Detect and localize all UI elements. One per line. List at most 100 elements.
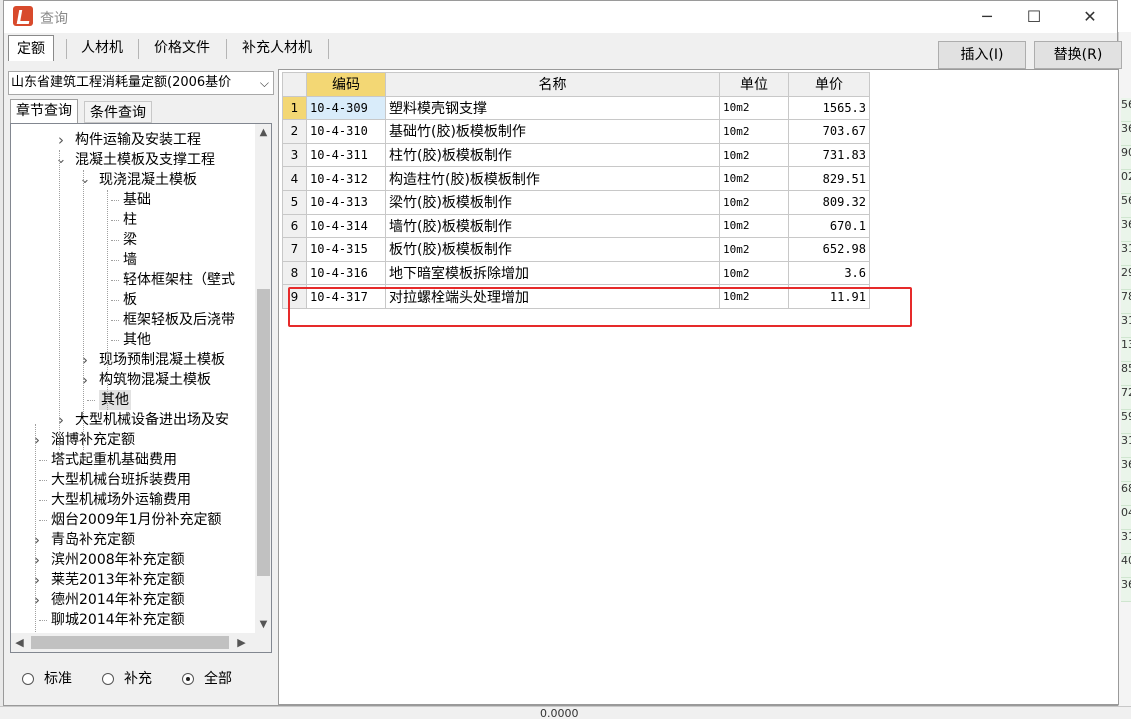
minimize-button[interactable]: ─: [964, 1, 1010, 33]
chevron-right-icon[interactable]: ›: [31, 570, 43, 590]
subtab-chapter-query[interactable]: 章节查询: [10, 99, 78, 123]
tree-item[interactable]: 板: [123, 290, 137, 310]
cell-price[interactable]: 703.67: [788, 119, 870, 144]
cell-name[interactable]: 地下暗室模板拆除增加: [385, 260, 720, 286]
tree-item[interactable]: 聊城2014年补充定额: [51, 610, 185, 630]
chevron-right-icon[interactable]: ›: [55, 410, 67, 430]
tree-item[interactable]: 现浇混凝土模板: [99, 170, 197, 190]
tree-item[interactable]: 梁: [123, 230, 137, 250]
chevron-right-icon[interactable]: ›: [31, 530, 43, 550]
cell-name[interactable]: 基础竹(胶)板模板制作: [385, 119, 720, 144]
tree-item[interactable]: 烟台2009年1月份补充定额: [51, 510, 222, 530]
column-header-unit[interactable]: 单位: [719, 72, 789, 97]
row-number[interactable]: 6: [282, 213, 307, 239]
tree-item[interactable]: 框架轻板及后浇带: [123, 310, 235, 330]
chevron-down-icon[interactable]: ⌄: [79, 170, 91, 190]
scroll-left-icon[interactable]: ◀: [11, 633, 28, 652]
tab-labor-material[interactable]: 人材机: [72, 35, 132, 61]
row-number[interactable]: 5: [282, 189, 307, 215]
cell-price[interactable]: 809.32: [788, 189, 870, 215]
cell-code[interactable]: 10-4-314: [306, 213, 386, 239]
cell-unit[interactable]: 10m2: [719, 119, 789, 144]
filter-supplement[interactable]: 补充: [102, 669, 152, 689]
cell-unit[interactable]: 10m2: [719, 237, 789, 262]
chevron-right-icon[interactable]: ›: [31, 550, 43, 570]
tree-item[interactable]: 青岛补充定额: [51, 530, 135, 550]
scrollbar-thumb[interactable]: [31, 636, 229, 649]
tree-item[interactable]: 滨州2008年补充定额: [51, 550, 185, 570]
cell-price[interactable]: 670.1: [788, 213, 870, 239]
cell-name[interactable]: 墙竹(胶)板模板制作: [385, 213, 720, 239]
scroll-down-icon[interactable]: ▼: [255, 616, 271, 633]
subtab-condition-query[interactable]: 条件查询: [84, 101, 152, 123]
cell-unit[interactable]: 10m2: [719, 260, 789, 286]
table-row[interactable]: 7 10-4-315 板竹(胶)板模板制作 10m2 652.98: [282, 237, 870, 262]
chevron-right-icon[interactable]: ›: [31, 590, 43, 610]
tree-item[interactable]: 基础: [123, 190, 151, 210]
quota-grid[interactable]: 编码 名称 单位 单价 1 10-4-309 塑料模壳钢支撑 10m2 1565.3 2 1…: [278, 69, 1119, 705]
row-number[interactable]: 4: [282, 166, 307, 191]
chevron-down-icon[interactable]: ⌄: [55, 150, 67, 170]
radio-checked-icon[interactable]: [182, 673, 194, 685]
close-button[interactable]: ✕: [1067, 1, 1113, 33]
table-row[interactable]: 6 10-4-314 墙竹(胶)板模板制作 10m2 670.1: [282, 213, 870, 239]
table-row[interactable]: 2 10-4-310 基础竹(胶)板模板制作 10m2 703.67: [282, 119, 870, 144]
table-row[interactable]: 3 10-4-311 柱竹(胶)板模板制作 10m2 731.83: [282, 142, 870, 168]
radio-icon[interactable]: [22, 673, 34, 685]
cell-code[interactable]: 10-4-309: [306, 95, 386, 121]
tab-quota[interactable]: 定额: [8, 35, 54, 61]
tree-item[interactable]: 构筑物混凝土模板: [99, 370, 211, 390]
tree-horizontal-scrollbar[interactable]: ◀ ▶: [11, 633, 255, 652]
tree-item[interactable]: 大型机械台班拆装费用: [51, 470, 191, 490]
tree-vertical-scrollbar[interactable]: ▲ ▼: [255, 124, 271, 633]
table-row[interactable]: 5 10-4-313 梁竹(胶)板模板制作 10m2 809.32: [282, 189, 870, 215]
tree-item[interactable]: 其他: [99, 390, 131, 410]
row-number[interactable]: 8: [282, 260, 307, 286]
cell-unit[interactable]: 10m2: [719, 166, 789, 191]
scroll-right-icon[interactable]: ▶: [233, 633, 250, 652]
cell-price[interactable]: 3.6: [788, 260, 870, 286]
cell-name[interactable]: 塑料模壳钢支撑: [385, 95, 720, 121]
tree-item[interactable]: 淄博补充定额: [51, 430, 135, 450]
tree-item[interactable]: 轻体框架柱（壁式: [123, 270, 235, 290]
cell-name[interactable]: 板竹(胶)板模板制作: [385, 237, 720, 262]
cell-unit[interactable]: 10m2: [719, 213, 789, 239]
scrollbar-thumb[interactable]: [257, 289, 270, 576]
cell-code[interactable]: 10-4-312: [306, 166, 386, 191]
cell-unit[interactable]: 10m2: [719, 142, 789, 168]
row-number[interactable]: 7: [282, 237, 307, 262]
cell-unit[interactable]: 10m2: [719, 189, 789, 215]
column-header-code[interactable]: 编码: [306, 72, 386, 97]
radio-icon[interactable]: [102, 673, 114, 685]
tree-item[interactable]: 构件运输及安装工程: [75, 130, 201, 150]
cell-code[interactable]: 10-4-316: [306, 260, 386, 286]
row-number[interactable]: 1: [282, 95, 307, 121]
column-header-price[interactable]: 单价: [788, 72, 870, 97]
cell-code[interactable]: 10-4-310: [306, 119, 386, 144]
cell-code[interactable]: 10-4-311: [306, 142, 386, 168]
cell-code[interactable]: 10-4-313: [306, 189, 386, 215]
filter-standard[interactable]: 标准: [22, 669, 72, 689]
tab-supplement-material[interactable]: 补充人材机: [234, 35, 320, 61]
chevron-right-icon[interactable]: ›: [79, 350, 91, 370]
tree-item[interactable]: 混凝土模板及支撑工程: [75, 150, 215, 170]
tree-item[interactable]: 其他: [123, 330, 151, 350]
cell-price[interactable]: 829.51: [788, 166, 870, 191]
chevron-right-icon[interactable]: ›: [31, 430, 43, 450]
table-row[interactable]: 1 10-4-309 塑料模壳钢支撑 10m2 1565.3: [282, 95, 870, 121]
filter-all[interactable]: 全部: [182, 669, 232, 689]
cell-price[interactable]: 652.98: [788, 237, 870, 262]
tree-item[interactable]: 现场预制混凝土模板: [99, 350, 225, 370]
tree-item[interactable]: 柱: [123, 210, 137, 230]
insert-button[interactable]: 插入(I): [938, 41, 1026, 69]
tree-item[interactable]: 莱芜2013年补充定额: [51, 570, 185, 590]
table-row[interactable]: 4 10-4-312 构造柱竹(胶)板模板制作 10m2 829.51: [282, 166, 870, 191]
tree-item[interactable]: 塔式起重机基础费用: [51, 450, 177, 470]
cell-name[interactable]: 构造柱竹(胶)板模板制作: [385, 166, 720, 191]
tree-item[interactable]: 大型机械场外运输费用: [51, 490, 191, 510]
tree-item[interactable]: 墙: [123, 250, 137, 270]
maximize-button[interactable]: ☐: [1011, 1, 1057, 33]
cell-name[interactable]: 柱竹(胶)板模板制作: [385, 142, 720, 168]
tree-item[interactable]: 大型机械设备进出场及安: [75, 410, 229, 430]
quota-table[interactable]: 编码 名称 单位 单价 1 10-4-309 塑料模壳钢支撑 10m2 1565.3 2 1…: [282, 72, 870, 309]
